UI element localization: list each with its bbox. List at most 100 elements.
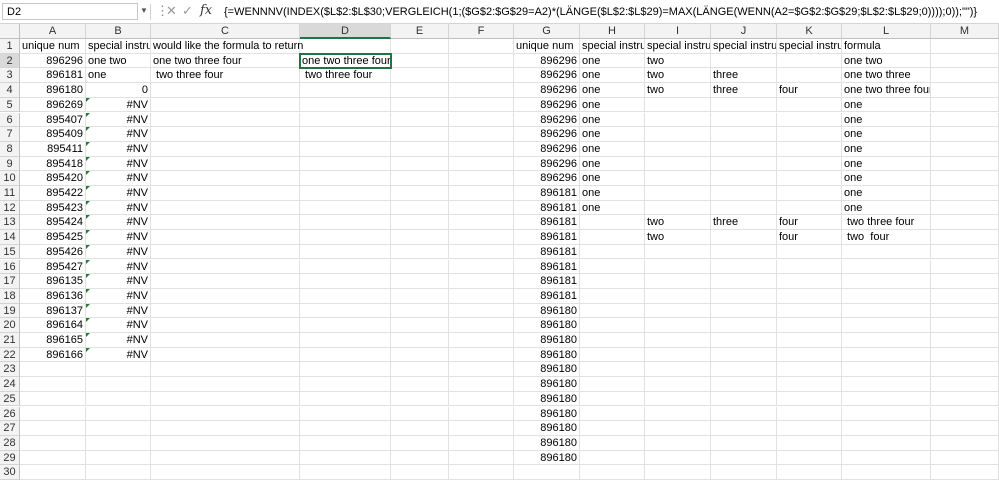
cell-G15[interactable]: 896181 xyxy=(514,244,580,260)
cell-B4[interactable]: 0 xyxy=(86,83,151,98)
cell-C13[interactable] xyxy=(151,215,300,231)
cell-C28[interactable] xyxy=(151,435,300,451)
cell-L25[interactable] xyxy=(842,391,931,407)
cell-I28[interactable] xyxy=(645,435,711,451)
cell-A25[interactable] xyxy=(20,391,86,407)
cell-E27[interactable] xyxy=(391,421,449,436)
cell-H13[interactable] xyxy=(580,215,645,231)
cell-K13[interactable]: four xyxy=(777,215,842,231)
cell-E28[interactable] xyxy=(391,435,449,451)
cell-A30[interactable] xyxy=(20,465,86,480)
cell-K11[interactable] xyxy=(777,186,842,201)
cell-A29[interactable] xyxy=(20,450,86,466)
cell-C17[interactable] xyxy=(151,274,300,289)
cell-F30[interactable] xyxy=(449,465,514,480)
cell-L27[interactable] xyxy=(842,421,931,436)
row-header-20[interactable]: 20 xyxy=(0,318,20,333)
cell-L4[interactable]: one two three four xyxy=(842,83,931,98)
cell-B30[interactable] xyxy=(86,465,151,480)
cell-G18[interactable]: 896181 xyxy=(514,288,580,304)
cell-C10[interactable] xyxy=(151,171,300,186)
cell-I3[interactable]: two xyxy=(645,68,711,84)
cell-F22[interactable] xyxy=(449,347,514,363)
row-header-5[interactable]: 5 xyxy=(0,97,20,113)
cell-G13[interactable]: 896181 xyxy=(514,215,580,231)
cell-K1[interactable]: special instruc xyxy=(777,39,842,54)
cell-E16[interactable] xyxy=(391,259,449,275)
row-header-17[interactable]: 17 xyxy=(0,274,20,289)
cell-A19[interactable]: 896137 xyxy=(20,303,86,319)
cell-L1[interactable]: formula xyxy=(842,39,931,54)
cell-I20[interactable] xyxy=(645,318,711,333)
cell-E14[interactable] xyxy=(391,230,449,245)
cell-A24[interactable] xyxy=(20,377,86,392)
cell-L20[interactable] xyxy=(842,318,931,333)
column-header-B[interactable]: B xyxy=(86,24,151,39)
cell-E25[interactable] xyxy=(391,391,449,407)
cell-M6[interactable] xyxy=(931,112,999,128)
cell-C4[interactable] xyxy=(151,83,300,98)
cell-J23[interactable] xyxy=(711,362,777,378)
cell-J11[interactable] xyxy=(711,186,777,201)
cell-C8[interactable] xyxy=(151,141,300,157)
cell-J9[interactable] xyxy=(711,156,777,172)
cell-C19[interactable] xyxy=(151,303,300,319)
cell-K3[interactable] xyxy=(777,68,842,84)
error-indicator-icon[interactable] xyxy=(86,156,90,161)
cell-B7[interactable]: #NV xyxy=(86,127,151,142)
cell-L11[interactable]: one xyxy=(842,186,931,201)
cell-H26[interactable] xyxy=(580,406,645,422)
cell-D8[interactable] xyxy=(300,141,391,157)
cell-M28[interactable] xyxy=(931,435,999,451)
cell-G24[interactable]: 896180 xyxy=(514,377,580,392)
column-header-I[interactable]: I xyxy=(645,24,711,39)
cell-F15[interactable] xyxy=(449,244,514,260)
cell-D10[interactable] xyxy=(300,171,391,186)
error-indicator-icon[interactable] xyxy=(86,141,90,146)
cell-G4[interactable]: 896296 xyxy=(514,83,580,98)
cell-E24[interactable] xyxy=(391,377,449,392)
cell-I11[interactable] xyxy=(645,186,711,201)
cell-J22[interactable] xyxy=(711,347,777,363)
cell-M4[interactable] xyxy=(931,83,999,98)
error-indicator-icon[interactable] xyxy=(86,303,90,308)
cell-G20[interactable]: 896180 xyxy=(514,318,580,333)
column-header-F[interactable]: F xyxy=(449,24,514,39)
cell-G10[interactable]: 896296 xyxy=(514,171,580,186)
cell-K10[interactable] xyxy=(777,171,842,186)
cell-I2[interactable]: two xyxy=(645,53,711,69)
cell-A11[interactable]: 895422 xyxy=(20,186,86,201)
error-indicator-icon[interactable] xyxy=(86,318,90,323)
cell-D3[interactable]: two three four xyxy=(300,68,391,84)
cell-G16[interactable]: 896181 xyxy=(514,259,580,275)
cell-D24[interactable] xyxy=(300,377,391,392)
cell-L28[interactable] xyxy=(842,435,931,451)
cell-H2[interactable]: one xyxy=(580,53,645,69)
cell-K28[interactable] xyxy=(777,435,842,451)
cell-I8[interactable] xyxy=(645,141,711,157)
column-header-M[interactable]: M xyxy=(931,24,999,39)
cell-E12[interactable] xyxy=(391,200,449,216)
row-header-4[interactable]: 4 xyxy=(0,83,20,98)
cell-H5[interactable]: one xyxy=(580,97,645,113)
cell-G30[interactable] xyxy=(514,465,580,480)
cell-H3[interactable]: one xyxy=(580,68,645,84)
cell-F28[interactable] xyxy=(449,435,514,451)
column-header-A[interactable]: A xyxy=(20,24,86,39)
cell-K5[interactable] xyxy=(777,97,842,113)
cell-B11[interactable]: #NV xyxy=(86,186,151,201)
cell-G5[interactable]: 896296 xyxy=(514,97,580,113)
cell-M27[interactable] xyxy=(931,421,999,436)
active-cell-D2[interactable]: one two three four xyxy=(299,52,392,70)
cell-M11[interactable] xyxy=(931,186,999,201)
cell-J17[interactable] xyxy=(711,274,777,289)
cell-A10[interactable]: 895420 xyxy=(20,171,86,186)
cell-K17[interactable] xyxy=(777,274,842,289)
cell-A20[interactable]: 896164 xyxy=(20,318,86,333)
cell-L29[interactable] xyxy=(842,450,931,466)
cell-D13[interactable] xyxy=(300,215,391,231)
select-all-button[interactable] xyxy=(0,24,20,39)
cell-H21[interactable] xyxy=(580,333,645,348)
row-header-30[interactable]: 30 xyxy=(0,465,20,480)
cell-C9[interactable] xyxy=(151,156,300,172)
